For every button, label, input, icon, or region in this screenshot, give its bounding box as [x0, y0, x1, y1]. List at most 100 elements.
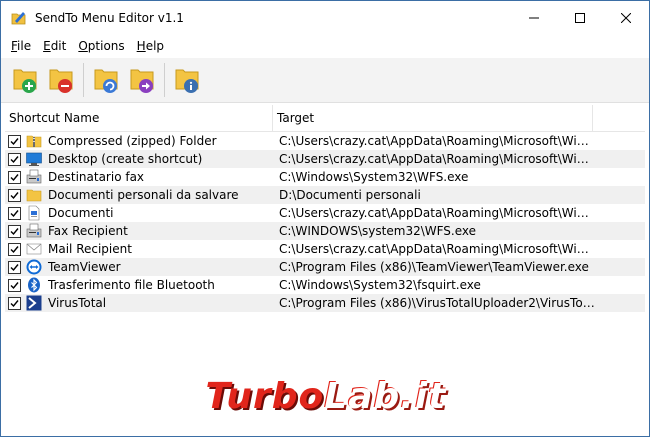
shortcut-name: Trasferimento file Bluetooth — [48, 278, 215, 292]
list-item[interactable]: Destinatario fax C:\Windows\System32\WFS.… — [5, 168, 645, 186]
checkbox[interactable] — [8, 296, 21, 310]
cell-target: C:\WINDOWS\system32\WFS.exe — [279, 224, 477, 238]
menu-file[interactable]: File — [5, 39, 37, 53]
fax-icon — [26, 169, 42, 184]
checkmark-icon — [10, 263, 19, 271]
toolbar-separator — [83, 63, 84, 97]
checkbox[interactable] — [8, 224, 21, 238]
close-button[interactable] — [603, 1, 649, 35]
shortcut-name: Documenti personali da salvare — [48, 188, 239, 202]
shortcut-name: TeamViewer — [48, 260, 121, 274]
list-item[interactable]: Compressed (zipped) Folder C:\Users\crazy… — [5, 132, 645, 150]
cell-shortcut-name: TeamViewer — [5, 259, 275, 275]
cell-target: C:\Program Files (x86)\VirusTotalUploade… — [279, 296, 595, 310]
list-item[interactable]: Mail Recipient C:\Users\crazy.cat\AppData… — [5, 240, 645, 258]
send-button[interactable] — [124, 60, 160, 100]
mail-icon — [26, 243, 42, 255]
fax-icon — [26, 223, 42, 238]
cell-shortcut-name: Documenti personali da salvare — [5, 187, 275, 203]
checkbox[interactable] — [8, 170, 21, 184]
cell-target: D:\Documenti personali — [279, 188, 421, 202]
list-item[interactable]: Documenti C:\Users\crazy.cat\AppData\Roam… — [5, 204, 645, 222]
checkbox[interactable] — [8, 152, 21, 166]
list-header: Shortcut Name Target — [5, 105, 645, 132]
watermark-logo: Turbo Lab.it — [1, 371, 650, 421]
documents-icon — [28, 205, 40, 221]
maximize-button[interactable] — [557, 1, 603, 35]
window-title: SendTo Menu Editor v1.1 — [35, 11, 184, 25]
column-header-shortcut-name[interactable]: Shortcut Name — [5, 105, 273, 131]
checkmark-icon — [10, 173, 19, 181]
remove-shortcut-button[interactable] — [43, 60, 79, 100]
minimize-icon — [529, 17, 539, 19]
watermark-text-lab: Lab.it — [324, 375, 447, 417]
list-item[interactable]: VirusTotal C:\Program Files (x86)\VirusTo… — [5, 294, 645, 312]
checkmark-icon — [10, 191, 19, 199]
cell-shortcut-name: Destinatario fax — [5, 169, 275, 185]
cell-shortcut-name: Trasferimento file Bluetooth — [5, 277, 275, 293]
list-item[interactable]: TeamViewer C:\Program Files (x86)\TeamVie… — [5, 258, 645, 276]
toolbar-separator — [164, 63, 165, 97]
shortcut-name: Mail Recipient — [48, 242, 132, 256]
checkbox[interactable] — [8, 206, 21, 220]
checkmark-icon — [10, 155, 19, 163]
add-folder-icon — [13, 69, 37, 93]
checkbox[interactable] — [8, 260, 21, 274]
shortcut-name: Documenti — [48, 206, 114, 220]
info-button[interactable] — [169, 60, 205, 100]
list-item[interactable]: Desktop (create shortcut) C:\Users\crazy.… — [5, 150, 645, 168]
cell-target: C:\Users\crazy.cat\AppData\Roaming\Micro… — [279, 134, 595, 148]
cell-target: C:\Users\crazy.cat\AppData\Roaming\Micro… — [279, 152, 595, 166]
cell-target: C:\Users\crazy.cat\AppData\Roaming\Micro… — [279, 206, 595, 220]
checkmark-icon — [10, 209, 19, 217]
refresh-folder-icon — [94, 69, 118, 93]
desktop-icon — [26, 152, 42, 166]
add-shortcut-button[interactable] — [7, 60, 43, 100]
app-icon — [11, 12, 26, 25]
shortcut-name: Destinatario fax — [48, 170, 145, 184]
menu-help[interactable]: Help — [131, 39, 170, 53]
maximize-icon — [575, 13, 585, 23]
refresh-button[interactable] — [88, 60, 124, 100]
cell-shortcut-name: Desktop (create shortcut) — [5, 151, 275, 167]
cell-target: C:\Windows\System32\WFS.exe — [279, 170, 469, 184]
menu-bar: File Edit Options Help — [1, 35, 649, 57]
toolbar — [1, 58, 649, 103]
cell-target: C:\Program Files (x86)\TeamViewer\TeamVi… — [279, 260, 589, 274]
teamviewer-icon — [26, 259, 42, 275]
info-folder-icon — [175, 69, 199, 93]
cell-shortcut-name: Mail Recipient — [5, 241, 275, 257]
menu-edit[interactable]: Edit — [37, 39, 72, 53]
list-item[interactable]: Fax Recipient C:\WINDOWS\system32\WFS.exe — [5, 222, 645, 240]
watermark-text-turbo: Turbo — [205, 375, 325, 417]
cell-shortcut-name: VirusTotal — [5, 295, 275, 311]
app-window: SendTo Menu Editor v1.1 File Edit Option… — [0, 0, 650, 437]
title-bar[interactable]: SendTo Menu Editor v1.1 — [1, 1, 649, 35]
checkbox[interactable] — [8, 134, 21, 148]
menu-options[interactable]: Options — [72, 39, 130, 53]
checkbox[interactable] — [8, 242, 21, 256]
checkbox[interactable] — [8, 278, 21, 292]
minimize-button[interactable] — [511, 1, 557, 35]
shortcut-name: Compressed (zipped) Folder — [48, 134, 217, 148]
shortcut-name: VirusTotal — [48, 296, 107, 310]
checkmark-icon — [10, 281, 19, 289]
bluetooth-icon — [28, 277, 40, 293]
checkmark-icon — [10, 299, 19, 307]
checkmark-icon — [10, 245, 19, 253]
list-item[interactable]: Trasferimento file Bluetooth C:\Windows\S… — [5, 276, 645, 294]
shortcut-name: Desktop (create shortcut) — [48, 152, 203, 166]
cell-target: C:\Windows\System32\fsquirt.exe — [279, 278, 481, 292]
remove-folder-icon — [49, 69, 73, 93]
cell-target: C:\Users\crazy.cat\AppData\Roaming\Micro… — [279, 242, 595, 256]
checkmark-icon — [10, 227, 19, 235]
list-item[interactable]: Documenti personali da salvare D:\Documen… — [5, 186, 645, 204]
shortcut-list[interactable]: Shortcut Name Target Compressed (zipped)… — [5, 105, 645, 345]
close-icon — [621, 13, 631, 23]
column-header-target[interactable]: Target — [273, 105, 593, 131]
cell-shortcut-name: Compressed (zipped) Folder — [5, 133, 275, 149]
cell-shortcut-name: Fax Recipient — [5, 223, 275, 239]
list-rows: Compressed (zipped) Folder C:\Users\crazy… — [5, 132, 645, 312]
zip-folder-icon — [26, 135, 42, 148]
checkbox[interactable] — [8, 188, 21, 202]
